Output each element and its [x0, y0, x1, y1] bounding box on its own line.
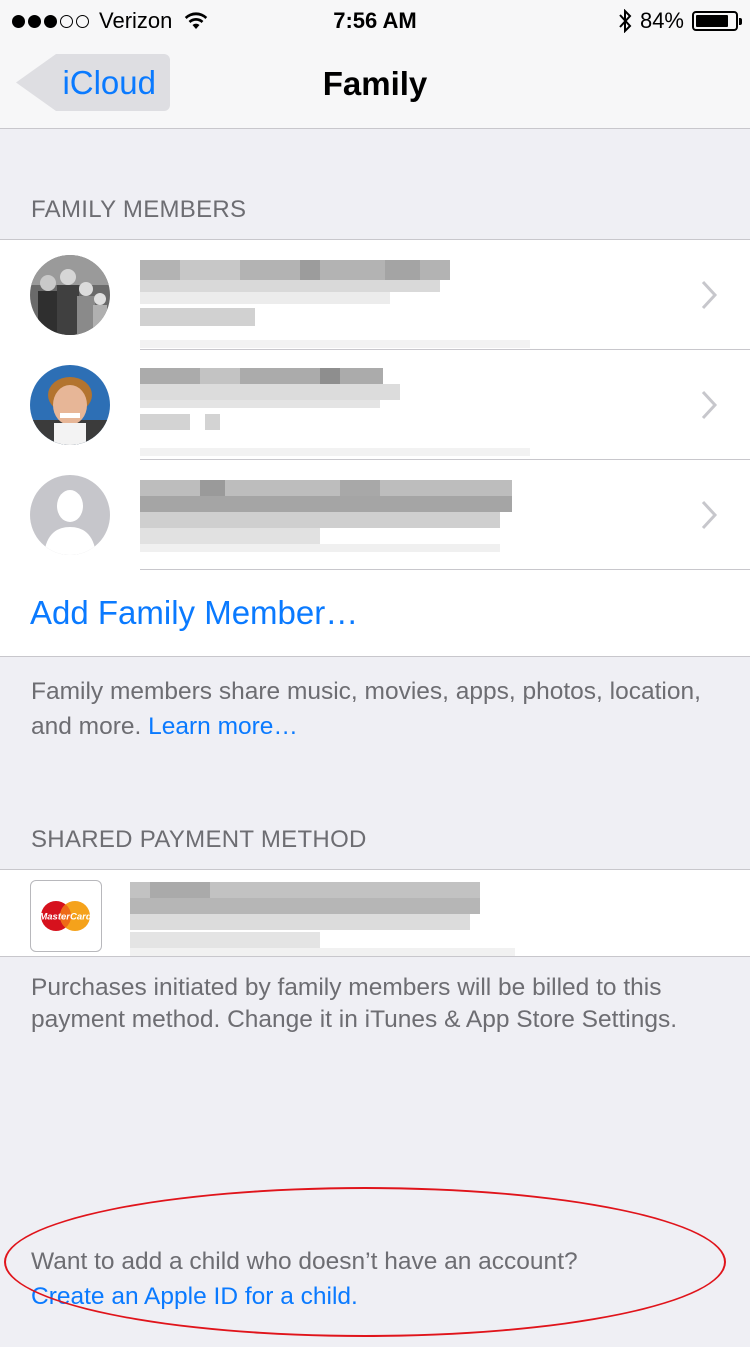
create-child-apple-id-link[interactable]: Create an Apple ID for a child.	[31, 1279, 721, 1314]
redacted-member-details	[140, 368, 530, 456]
silhouette-avatar-icon	[30, 475, 110, 555]
navigation-bar: iCloud Family	[0, 40, 750, 129]
family-photo-avatar	[30, 255, 110, 335]
redacted-member-details	[140, 260, 530, 348]
page-title: Family	[322, 65, 428, 102]
child-account-section: Want to add a child who doesn’t have an …	[31, 1244, 721, 1314]
family-member-row[interactable]	[0, 460, 750, 570]
add-family-member-row[interactable]: Add Family Member…	[0, 570, 750, 658]
mastercard-wordmark: MasterCard	[39, 912, 91, 923]
family-member-row[interactable]	[0, 350, 750, 460]
family-members-header: FAMILY MEMBERS	[31, 196, 247, 223]
redacted-member-details	[140, 480, 530, 560]
bluetooth-icon	[619, 9, 632, 33]
chevron-right-icon	[701, 280, 718, 310]
payment-description: Purchases initiated by family members wi…	[31, 974, 677, 1033]
battery-percent: 84%	[639, 8, 684, 33]
payment-method-row[interactable]: MasterCard	[0, 869, 750, 957]
family-sharing-description: Family members share music, movies, apps…	[31, 674, 721, 744]
chevron-right-icon	[701, 500, 718, 530]
battery-icon	[692, 11, 742, 31]
child-photo-avatar	[30, 365, 110, 445]
status-bar: Verizon 7:56 AM 84%	[0, 0, 750, 40]
family-member-row[interactable]	[0, 240, 750, 350]
add-family-member-link[interactable]: Add Family Member…	[30, 594, 358, 632]
family-sharing-text: Family members share music, movies, apps…	[31, 678, 701, 740]
family-members-list: Add Family Member…	[0, 239, 750, 657]
mastercard-icon: MasterCard	[30, 880, 102, 952]
chevron-right-icon	[701, 390, 718, 420]
child-account-prompt: Want to add a child who doesn’t have an …	[31, 1248, 578, 1275]
redacted-card-details	[130, 882, 515, 958]
learn-more-link[interactable]: Learn more…	[148, 713, 298, 740]
shared-payment-header: SHARED PAYMENT METHOD	[31, 826, 367, 853]
